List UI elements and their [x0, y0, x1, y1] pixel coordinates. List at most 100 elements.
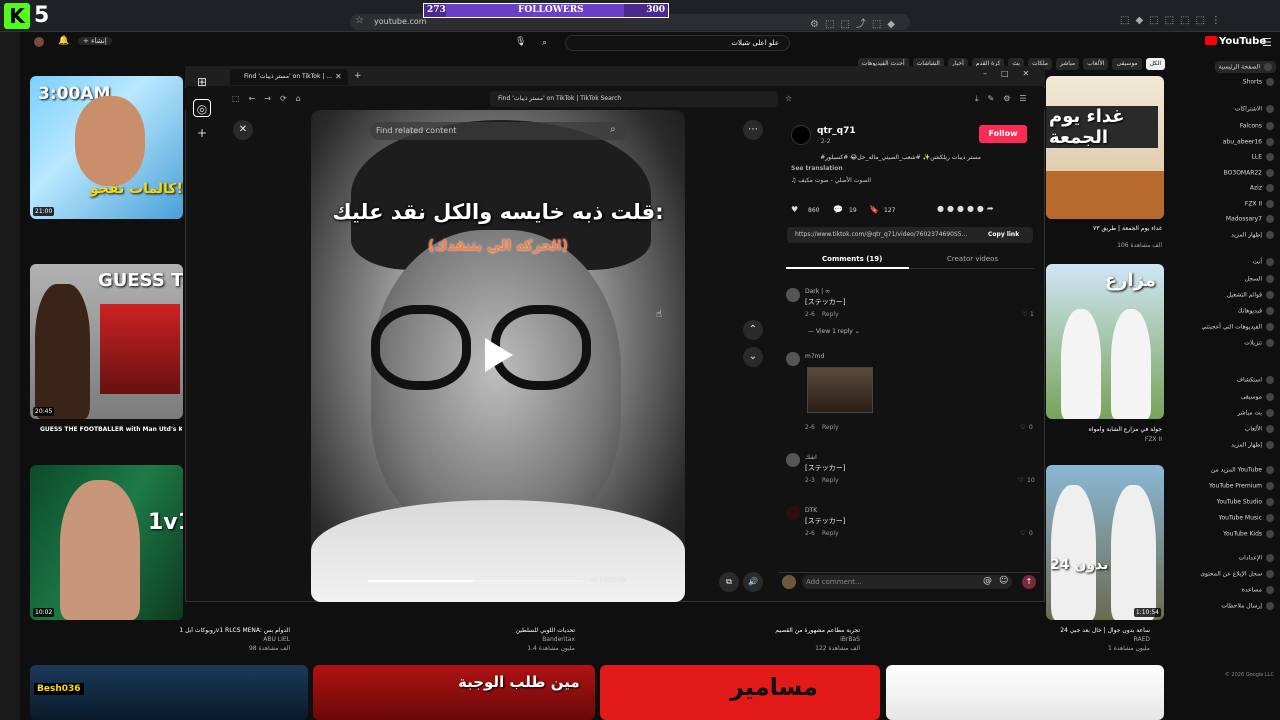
sidebar-item-6[interactable]: BO3OMAR22	[1224, 169, 1274, 177]
comment-author[interactable]: DTK	[805, 507, 817, 514]
sidebar-item-28[interactable]: سجل الإبلاغ عن المحتوى	[1200, 570, 1274, 578]
emoji-icon[interactable]: ☺	[999, 576, 1008, 586]
tab-comments[interactable]: Comments (19)	[822, 255, 882, 263]
video-thumbnail-3[interactable]: 1v1 10:02	[30, 465, 183, 620]
channel-name[interactable]: ABU LIEL	[180, 636, 290, 643]
star-icon[interactable]: ☆	[785, 94, 792, 103]
sidebar-item-25[interactable]: YouTube Music	[1219, 514, 1274, 522]
comment-avatar[interactable]	[786, 352, 800, 366]
sidebar-item-19[interactable]: بث مباشر	[1237, 409, 1274, 417]
video-thumbnail-2[interactable]: GUESS THE FOOTBA 20:45	[30, 264, 183, 419]
sidebar-item-3[interactable]: Falcons	[1240, 122, 1274, 130]
sidebar-item-20[interactable]: الألعاب	[1245, 425, 1274, 433]
video-thumbnail-9[interactable]: مسامير	[600, 665, 880, 720]
sidebar-item-2[interactable]: الاشتراكات	[1235, 105, 1274, 113]
channel-name[interactable]: iBrBaS	[760, 636, 860, 643]
sidebar-item-27[interactable]: الإعدادات	[1239, 554, 1274, 562]
add-icon[interactable]: +	[193, 124, 211, 142]
comment-avatar[interactable]	[786, 453, 800, 467]
play-icon[interactable]	[485, 338, 513, 372]
sidebar-item-22[interactable]: المزيد من YouTube	[1211, 466, 1274, 474]
grid-icon[interactable]: ⊞	[193, 73, 211, 91]
popup-toolbar-icons[interactable]: ⤓✎⚙☰	[975, 94, 1036, 104]
comment-reply-button[interactable]: Reply	[822, 424, 839, 431]
video-title[interactable]: 24 ساعة بدون جوال | خال بعد جبي	[960, 627, 1150, 634]
comment-reply-button[interactable]: Reply	[822, 311, 839, 318]
microphone-icon[interactable]: 🎙	[515, 37, 526, 47]
channel-name[interactable]: RAED	[1040, 636, 1150, 643]
video-title[interactable]: جولة في مزارع الشابة وأمواه	[1050, 426, 1162, 433]
youtube-search-input[interactable]: علو اعلى شيلات	[565, 35, 790, 51]
sidebar-item-5[interactable]: LLE	[1252, 153, 1274, 161]
video-title[interactable]: تجربة مطاعم مشهورة من القصيم	[700, 627, 860, 634]
more-options-icon[interactable]: ⋯	[743, 120, 763, 140]
sidebar-item-18[interactable]: موسيقى	[1241, 393, 1274, 401]
video-progress-bar[interactable]	[368, 580, 583, 582]
sidebar-item-0[interactable]: الصفحة الرئيسية	[1214, 61, 1276, 73]
comment-author[interactable]: اشك	[805, 454, 817, 461]
comment-avatar[interactable]	[786, 506, 800, 520]
comment-reply-button[interactable]: Reply	[822, 477, 839, 484]
video-thumbnail-4[interactable]: غداء يوم الجمعة	[1046, 76, 1164, 219]
video-thumbnail-7[interactable]: Besh036	[30, 665, 308, 720]
sidebar-item-17[interactable]: استكشاف	[1237, 376, 1274, 384]
video-thumbnail-5[interactable]: مزارع	[1046, 264, 1164, 419]
sidebar-item-23[interactable]: YouTube Premium	[1209, 482, 1274, 490]
comment-like-icon[interactable]: ♡	[1020, 530, 1025, 537]
nav-buttons[interactable]: ⬚←→⟳⌂	[232, 94, 310, 103]
sidebar-item-30[interactable]: إرسال ملاحظات	[1221, 602, 1274, 610]
chip-1[interactable]: موسيقى	[1112, 58, 1142, 70]
chip-0[interactable]: الكل	[1145, 58, 1165, 70]
popup-address-bar[interactable]: Find 'مستر ذيبات' on TikTok | TikTok Sea…	[490, 91, 778, 107]
share-link[interactable]: https://www.tiktok.com/@qtr_q71/video/76…	[795, 231, 980, 238]
sidebar-item-11[interactable]: أنت	[1253, 258, 1274, 266]
comment-author[interactable]: Dark | ∞	[805, 288, 830, 295]
next-video-icon[interactable]: ⌄	[743, 347, 763, 367]
copy-link-button[interactable]: Copy link	[988, 231, 1019, 238]
close-tab-icon[interactable]: ✕	[335, 72, 342, 81]
video-thumbnail-6[interactable]: 24 بدون 1:10:54	[1046, 465, 1164, 620]
add-comment-input[interactable]: Add comment...	[802, 575, 1012, 589]
comment-author[interactable]: m7md	[805, 353, 824, 360]
new-tab-icon[interactable]: +	[354, 71, 362, 81]
author-username[interactable]: qtr_q71	[817, 126, 856, 136]
popup-tab[interactable]: Find 'مستر ذيبات' on TikTok | ...	[230, 69, 348, 85]
sidebar-item-29[interactable]: مساعدة	[1242, 586, 1274, 594]
sound-name[interactable]: ♫ الصوت الأصلي - صوت مكيف	[791, 177, 871, 184]
view-replies-button[interactable]: — View 1 reply ⌄	[808, 328, 860, 335]
notifications-icon[interactable]: 🔔	[58, 36, 69, 46]
sidebar-item-13[interactable]: قوائم التشغيل	[1227, 291, 1274, 299]
sidebar-item-16[interactable]: تنزيلات	[1244, 339, 1274, 347]
bookmark-icon[interactable]: ☆	[355, 15, 370, 26]
menu-icon[interactable]: ☰	[1262, 36, 1272, 49]
channel-name[interactable]: Banderitax	[480, 636, 575, 643]
browser-menu-icons[interactable]: ⬚◆⬚⬚⬚⬚⋮	[1120, 15, 1227, 26]
extension-icons[interactable]: ⚙⬚⬚⤴⬚◆	[810, 15, 901, 30]
comment-avatar[interactable]	[786, 288, 800, 302]
related-search-input[interactable]: Find related content	[370, 122, 628, 140]
window-controls[interactable]: –□✕	[983, 69, 1043, 78]
search-icon[interactable]: ⌕	[610, 124, 616, 135]
comment-icon[interactable]: 💬	[833, 205, 843, 214]
video-thumbnail-1[interactable]: 3:00AM كالمات تفجو! 21:00	[30, 76, 183, 219]
previous-video-icon[interactable]: ⌃	[743, 320, 763, 340]
sidebar-item-15[interactable]: الفيديوهات التي أعجبتني	[1201, 323, 1274, 331]
bookmark-icon[interactable]: 🔖	[869, 205, 879, 214]
search-icon[interactable]: ⌕	[542, 38, 547, 48]
comment-reply-button[interactable]: Reply	[822, 530, 839, 537]
mention-icon[interactable]: @	[983, 576, 992, 586]
share-icons[interactable]: ●●●●●➦	[937, 204, 997, 213]
chip-2[interactable]: الألعاب	[1083, 58, 1109, 70]
sidebar-item-1[interactable]: Shorts	[1243, 78, 1274, 86]
video-title[interactable]: تحديات اللوبي للسلطين	[420, 627, 575, 634]
video-title[interactable]: غداء يوم الجمعة | طريق ٧٣	[1050, 225, 1162, 232]
sidebar-item-26[interactable]: YouTube Kids	[1223, 530, 1274, 538]
comment-like-icon[interactable]: ♡	[1018, 477, 1023, 484]
comment-like-icon[interactable]: ♡	[1022, 311, 1027, 318]
sidebar-item-4[interactable]: abu_abeer16	[1223, 138, 1274, 146]
like-icon[interactable]: ♥	[791, 205, 798, 214]
sidebar-item-21[interactable]: إظهار المزيد	[1231, 441, 1274, 449]
avatar[interactable]	[34, 37, 44, 47]
sidebar-item-24[interactable]: YouTube Studio	[1217, 498, 1274, 506]
sidebar-item-8[interactable]: FZX II	[1245, 200, 1274, 208]
